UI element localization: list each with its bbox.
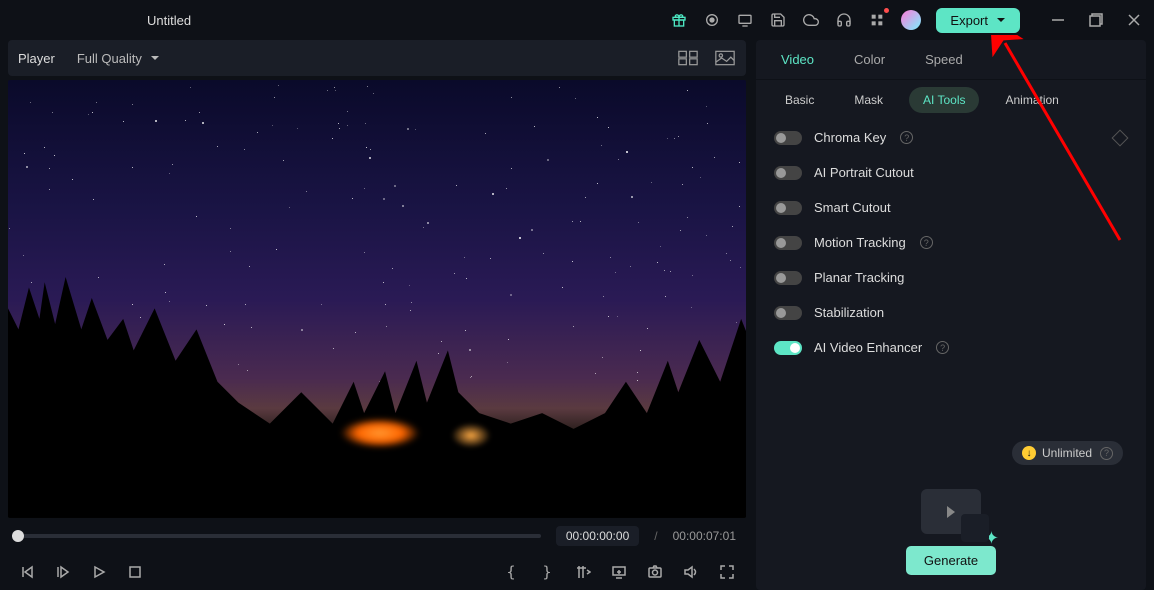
toggle-motion-tracking[interactable] <box>774 236 802 250</box>
sub-tab-animation[interactable]: Animation <box>991 87 1072 113</box>
tool-row-smart-cutout: Smart Cutout <box>774 200 1128 215</box>
toggle-smart-cutout[interactable] <box>774 201 802 215</box>
tool-row-chroma-key: Chroma Key? <box>774 130 1128 145</box>
render-icon[interactable] <box>610 563 628 581</box>
project-title: Untitled <box>147 13 191 28</box>
profile-avatar[interactable] <box>901 10 921 30</box>
unlimited-badge[interactable]: ↓ Unlimited ? <box>1012 441 1123 465</box>
tool-row-stabilization: Stabilization <box>774 305 1128 320</box>
prev-frame-button[interactable] <box>18 563 36 581</box>
sub-tab-ai-tools[interactable]: AI Tools <box>909 87 979 113</box>
tool-label: Stabilization <box>814 305 884 320</box>
close-button[interactable] <box>1126 12 1142 28</box>
premium-icon: ↓ <box>1022 446 1036 460</box>
tool-row-motion-tracking: Motion Tracking? <box>774 235 1128 250</box>
tool-label: Planar Tracking <box>814 270 904 285</box>
save-icon[interactable] <box>769 11 787 29</box>
cloud-icon[interactable] <box>802 11 820 29</box>
apps-icon[interactable] <box>868 11 886 29</box>
toggle-ai-video-enhancer[interactable] <box>774 341 802 355</box>
tool-row-ai-portrait-cutout: AI Portrait Cutout <box>774 165 1128 180</box>
export-button[interactable]: Export <box>936 8 1020 33</box>
prop-tab-color[interactable]: Color <box>849 42 890 77</box>
campfire-glow <box>340 418 420 448</box>
record-icon[interactable] <box>703 11 721 29</box>
volume-icon[interactable] <box>682 563 700 581</box>
sub-tab-basic[interactable]: Basic <box>771 87 828 113</box>
tool-label: Chroma Key <box>814 130 886 145</box>
mark-in-icon[interactable]: { <box>502 563 520 581</box>
current-time: 00:00:00:00 <box>556 526 639 546</box>
help-icon[interactable]: ? <box>920 236 933 249</box>
enhance-preview-thumb: ✦ <box>921 489 981 534</box>
help-icon[interactable]: ? <box>900 131 913 144</box>
monitor-icon[interactable] <box>736 11 754 29</box>
play-forward-button[interactable] <box>54 563 72 581</box>
property-tabs: Video Color Speed <box>756 40 1146 80</box>
prop-tab-speed[interactable]: Speed <box>920 42 968 77</box>
play-button[interactable] <box>90 563 108 581</box>
gift-icon[interactable] <box>670 11 688 29</box>
toggle-ai-portrait-cutout[interactable] <box>774 166 802 180</box>
stop-button[interactable] <box>126 563 144 581</box>
time-separator: / <box>654 529 657 543</box>
crop-icon[interactable] <box>574 563 592 581</box>
generate-button[interactable]: Generate <box>906 546 996 575</box>
toggle-stabilization[interactable] <box>774 306 802 320</box>
total-time: 00:00:07:01 <box>673 529 736 543</box>
tool-label: Smart Cutout <box>814 200 891 215</box>
maximize-button[interactable] <box>1088 12 1104 28</box>
help-icon: ? <box>1100 447 1113 460</box>
seek-bar[interactable] <box>18 534 541 538</box>
tool-row-ai-video-enhancer: AI Video Enhancer? <box>774 340 1128 355</box>
campfire-glow-2 <box>451 423 491 448</box>
tool-row-planar-tracking: Planar Tracking <box>774 270 1128 285</box>
quality-dropdown[interactable]: Full Quality <box>77 51 160 66</box>
snapshot-icon[interactable] <box>646 563 664 581</box>
minimize-button[interactable] <box>1050 12 1066 28</box>
tool-label: AI Portrait Cutout <box>814 165 914 180</box>
image-icon[interactable] <box>714 49 736 67</box>
sparkle-icon: ✦ <box>984 528 999 549</box>
player-label: Player <box>18 51 55 66</box>
tool-label: Motion Tracking <box>814 235 906 250</box>
mark-out-icon[interactable]: } <box>538 563 556 581</box>
sub-tabs: Basic Mask AI Tools Animation <box>756 80 1146 120</box>
compare-grid-icon[interactable] <box>677 49 699 67</box>
toggle-planar-tracking[interactable] <box>774 271 802 285</box>
sub-tab-mask[interactable]: Mask <box>840 87 897 113</box>
fullscreen-icon[interactable] <box>718 563 736 581</box>
tool-label: AI Video Enhancer <box>814 340 922 355</box>
prop-tab-video[interactable]: Video <box>776 42 819 77</box>
help-icon[interactable]: ? <box>936 341 949 354</box>
toggle-chroma-key[interactable] <box>774 131 802 145</box>
video-preview[interactable] <box>8 80 746 518</box>
seek-thumb[interactable] <box>12 530 24 542</box>
headphones-icon[interactable] <box>835 11 853 29</box>
